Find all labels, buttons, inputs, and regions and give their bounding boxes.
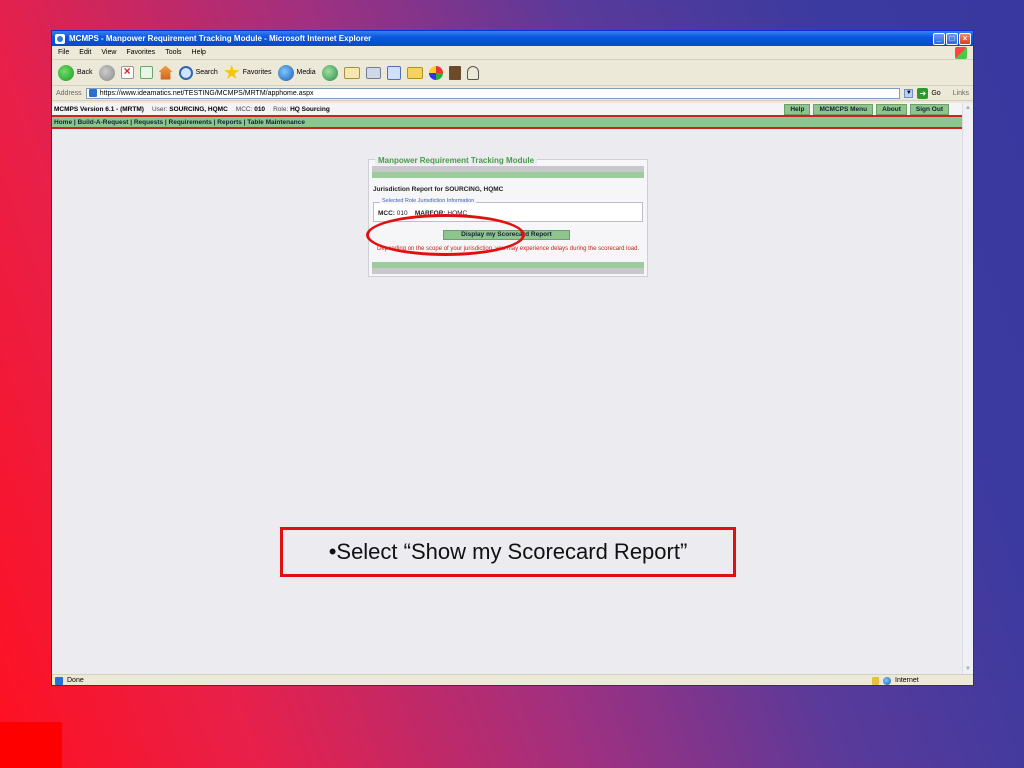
lock-icon (872, 676, 879, 685)
stop-button[interactable] (120, 64, 134, 79)
close-button[interactable]: × (959, 32, 971, 45)
caption-text: •Select “Show my Scorecard Report” (328, 539, 688, 564)
edit-button[interactable] (386, 65, 401, 80)
role-value: HQ Sourcing (290, 105, 330, 113)
decorative-corner (0, 722, 62, 768)
address-label: Address (56, 89, 82, 97)
scroll-down-icon[interactable]: ▼ (963, 664, 973, 674)
menu-favorites[interactable]: Favorites (126, 49, 155, 56)
mail-icon (343, 66, 360, 79)
highlight-ellipse (366, 214, 525, 256)
menu-view[interactable]: View (101, 49, 116, 56)
panel-divider (372, 172, 644, 178)
menu-file[interactable]: File (58, 49, 69, 56)
links-button[interactable]: Links (953, 90, 969, 97)
star-icon (224, 64, 240, 80)
mcc-value: 010 (254, 105, 266, 113)
forward-arrow-icon (98, 64, 115, 81)
search-icon (178, 65, 193, 80)
go-button[interactable]: ➔ Go (917, 87, 941, 99)
mail-button[interactable] (343, 66, 360, 79)
favorites-label: Favorites (242, 69, 272, 76)
history-button[interactable] (321, 64, 338, 81)
window-title: MCMPS - Manpower Requirement Tracking Mo… (69, 34, 372, 43)
role-legend: Selected Role Jurisdiction Information (380, 198, 477, 204)
about-button[interactable]: About (876, 104, 907, 115)
address-dropdown-icon[interactable]: ▼ (904, 88, 914, 98)
zone-text: Internet (895, 677, 919, 684)
menu-edit[interactable]: Edit (79, 49, 91, 56)
browser-window: MCMPS - Manpower Requirement Tracking Mo… (51, 30, 974, 686)
internet-zone-icon (883, 676, 891, 685)
messenger-icon (428, 65, 443, 80)
windows-logo-icon (955, 47, 967, 59)
help-button[interactable]: Help (784, 104, 811, 115)
status-bar: Done Internet (52, 674, 973, 685)
vertical-scrollbar[interactable]: ▲ ▼ (962, 103, 973, 674)
back-button[interactable]: Back (58, 64, 93, 81)
address-url: https://www.ideamatics.net/TESTING/MCMPS… (99, 89, 314, 97)
menu-tools[interactable]: Tools (165, 49, 181, 56)
user-value: SOURCING, HQMC (169, 105, 228, 113)
stop-icon (120, 64, 134, 79)
book-icon (448, 65, 461, 80)
module-title: Manpower Requirement Tracking Module (375, 156, 538, 165)
folder-button[interactable] (406, 66, 423, 79)
media-label: Media (296, 69, 316, 76)
mcc-label: MCC: (235, 105, 253, 113)
minimize-button[interactable]: _ (933, 32, 945, 45)
print-icon (365, 66, 381, 79)
app-header: MCMPS Version 6.1 - (MRTM) User: SOURCIN… (52, 103, 963, 117)
toolbar: Back Search Favorites Media (52, 60, 973, 86)
app-version: MCMPS Version 6.1 - (MRTM) (54, 105, 144, 113)
title-bar: MCMPS - Manpower Requirement Tracking Mo… (52, 31, 973, 46)
maximize-button[interactable]: □ (946, 32, 958, 45)
refresh-icon (139, 66, 153, 79)
person-icon (466, 65, 479, 80)
page-icon (88, 89, 97, 97)
status-text: Done (67, 677, 84, 684)
user-label: User: (151, 105, 168, 113)
address-bar: Address https://www.ideamatics.net/TESTI… (52, 86, 973, 101)
mcc-field-label: MCC: (378, 210, 395, 217)
mcmcps-menu-button[interactable]: MCMCPS Menu (813, 104, 874, 115)
instruction-caption: •Select “Show my Scorecard Report” (280, 527, 736, 577)
contacts-button[interactable] (466, 65, 479, 80)
forward-button[interactable] (98, 64, 115, 81)
page-done-icon (55, 676, 63, 685)
go-label: Go (931, 89, 941, 97)
media-button[interactable]: Media (277, 64, 316, 81)
home-button[interactable] (158, 65, 173, 80)
page-content: MCMPS Version 6.1 - (MRTM) User: SOURCIN… (52, 103, 963, 674)
scroll-up-icon[interactable]: ▲ (963, 103, 973, 113)
app-nav[interactable]: Home | Build-A-Request | Requests | Requ… (52, 117, 963, 129)
back-arrow-icon (58, 64, 74, 81)
back-label: Back (77, 69, 93, 76)
folder-icon (406, 66, 423, 79)
refresh-button[interactable] (139, 66, 153, 79)
menu-help[interactable]: Help (192, 49, 206, 56)
jurisdiction-title: Jurisdiction Report for SOURCING, HQMC (373, 186, 504, 193)
go-arrow-icon: ➔ (917, 87, 929, 99)
media-icon (277, 64, 294, 81)
address-input[interactable]: https://www.ideamatics.net/TESTING/MCMPS… (85, 87, 901, 99)
menu-bar: File Edit View Favorites Tools Help (52, 46, 973, 60)
search-label: Search (195, 69, 218, 76)
home-icon (158, 65, 173, 80)
sign-out-button[interactable]: Sign Out (909, 104, 949, 115)
favorites-button[interactable]: Favorites (224, 64, 272, 81)
role-label: Role: (273, 105, 289, 113)
app-menu: Help MCMCPS Menu About Sign Out (784, 104, 949, 115)
history-icon (321, 64, 338, 81)
search-button[interactable]: Search (178, 65, 218, 80)
research-button[interactable] (448, 65, 461, 80)
ie-icon (55, 33, 65, 44)
print-button[interactable] (365, 66, 381, 79)
panel-divider (372, 268, 644, 274)
edit-icon (386, 65, 401, 80)
messenger-button[interactable] (428, 65, 443, 80)
